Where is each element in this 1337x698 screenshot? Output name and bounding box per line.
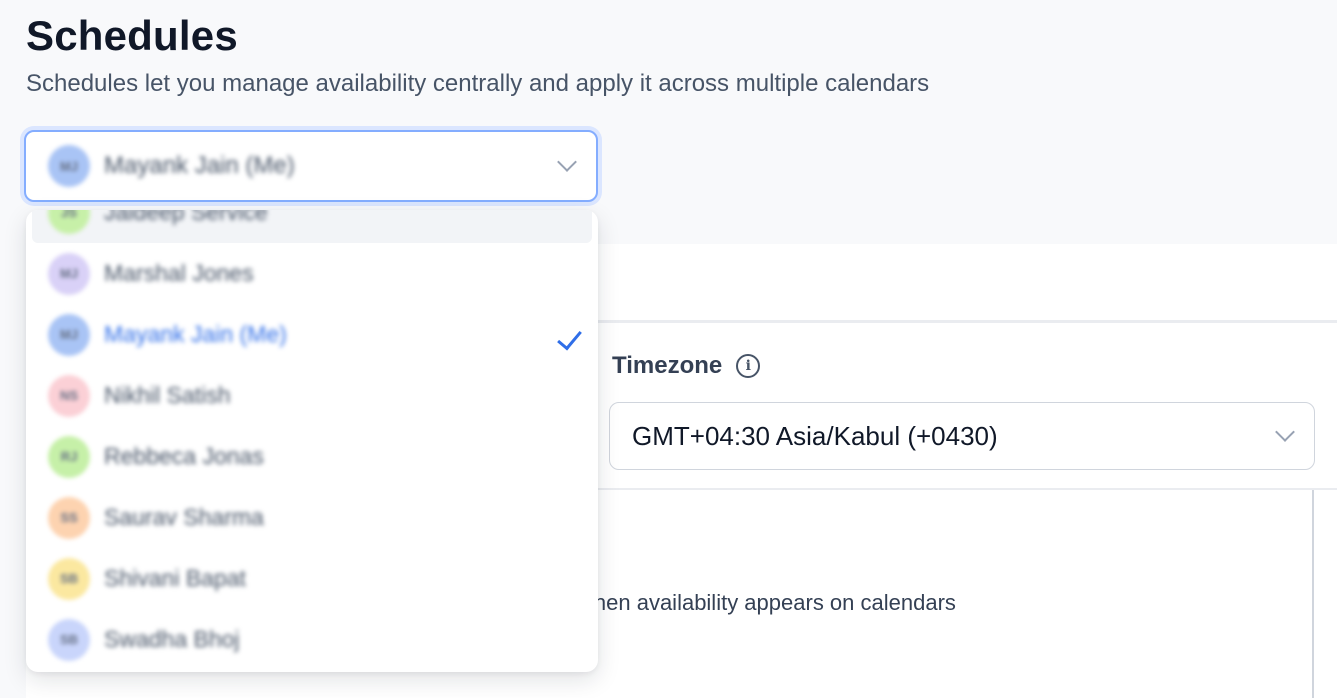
member-option[interactable]: MJ Mayank Jain (Me) <box>26 304 598 365</box>
member-option[interactable]: SS Saurav Sharma <box>26 487 598 548</box>
member-option-label: Saurav Sharma <box>104 504 264 530</box>
avatar: JS <box>48 210 90 234</box>
page-title: Schedules <box>26 12 238 59</box>
member-option-label: Rebbeca Jonas <box>104 443 264 469</box>
avatar: SB <box>48 618 90 661</box>
member-option-label: Mayank Jain (Me) <box>104 321 287 347</box>
chevron-down-icon <box>557 152 577 172</box>
member-option[interactable]: RJ Rebbeca Jonas <box>26 426 598 487</box>
chevron-down-icon <box>1275 422 1295 442</box>
member-select-value: Mayank Jain (Me) <box>104 152 295 179</box>
timezone-label-row: Timezone i <box>612 352 761 380</box>
schedules-page: Schedules Schedules let you manage avail… <box>0 0 1337 698</box>
avatar: NS <box>48 374 90 417</box>
member-dropdown-menu: JS Jaideep Service MJ Marshal Jones MJ Mayank… <box>26 210 598 672</box>
member-option-label: Swadha Bhoj <box>104 626 240 652</box>
avatar: MJ <box>48 313 90 356</box>
avatar: SB <box>48 557 90 600</box>
member-select[interactable]: MJ Mayank Jain (Me) <box>24 130 598 202</box>
avatar: RJ <box>48 435 90 478</box>
member-option[interactable]: MJ Marshal Jones <box>26 243 598 304</box>
check-icon <box>557 324 582 351</box>
member-option[interactable]: JS Jaideep Service <box>32 210 592 243</box>
divider <box>1312 490 1314 698</box>
page-subtitle: Schedules let you manage availability ce… <box>26 70 930 97</box>
member-option-label: Shivani Bapat <box>104 565 246 591</box>
timezone-value: GMT+04:30 Asia/Kabul (+0430) <box>632 420 998 451</box>
member-option[interactable]: SB Swadha Bhoj <box>26 609 598 670</box>
info-icon[interactable]: i <box>736 354 761 378</box>
member-option-label: Jaideep Service <box>104 210 268 225</box>
availability-description: when availability appears on calendars <box>598 590 956 615</box>
member-options-list: JS Jaideep Service MJ Marshal Jones MJ Mayank… <box>26 210 598 670</box>
avatar: SS <box>48 496 90 539</box>
availability-description-clip: when availability appears on calendars <box>598 584 1058 624</box>
timezone-label: Timezone <box>612 352 723 379</box>
avatar: MJ <box>48 252 90 295</box>
member-option[interactable]: NS Nikhil Satish <box>26 365 598 426</box>
member-option-label: Nikhil Satish <box>104 382 231 408</box>
member-option[interactable]: SB Shivani Bapat <box>26 548 598 609</box>
member-option-label: Marshal Jones <box>104 260 254 286</box>
timezone-select[interactable]: GMT+04:30 Asia/Kabul (+0430) <box>609 402 1315 470</box>
avatar: MJ <box>48 145 90 187</box>
